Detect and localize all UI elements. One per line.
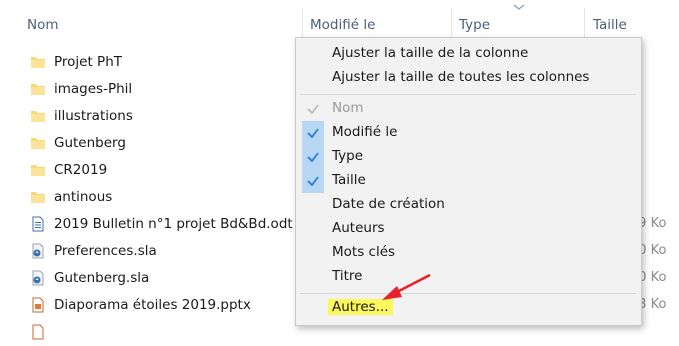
menu-item-resize-all-columns[interactable]: Ajuster la taille de toutes les colonnes (296, 66, 641, 90)
file-name: Preferences.sla (54, 243, 157, 259)
menu-item-label: Modifié le (332, 124, 398, 140)
sort-chevron-icon (513, 4, 525, 10)
file-name: Gutenberg.sla (54, 270, 150, 286)
menu-item-label: Nom (332, 100, 364, 116)
menu-item-column-date-creation[interactable]: Date de création (296, 193, 641, 217)
menu-item-label: Ajuster la taille de la colonne (332, 45, 529, 61)
folder-icon (31, 57, 45, 68)
menu-item-label: Mots clés (332, 244, 396, 260)
menu-item-column-auteurs[interactable]: Auteurs (296, 217, 641, 241)
file-name: CR2019 (54, 162, 108, 178)
checkmark-icon (302, 97, 324, 121)
menu-item-column-titre[interactable]: Titre (296, 265, 641, 289)
column-divider[interactable] (302, 8, 303, 38)
menu-item-column-type[interactable]: Type (296, 145, 641, 169)
menu-item-label: Autres... (328, 299, 393, 315)
menu-item-label: Date de création (332, 196, 445, 212)
column-context-menu: Ajuster la taille de la colonne Ajuster … (295, 37, 642, 326)
file-name: Gutenberg (54, 135, 126, 151)
menu-item-label: Type (332, 148, 364, 164)
menu-item-resize-column[interactable]: Ajuster la taille de la colonne (296, 42, 641, 66)
menu-separator (300, 293, 636, 294)
pptx-file-icon (32, 324, 44, 340)
file-name: antinous (54, 189, 113, 205)
folder-icon (31, 192, 45, 203)
checkmark-icon (302, 169, 324, 193)
column-divider[interactable] (451, 8, 452, 38)
checkmark-icon (302, 121, 324, 145)
folder-icon (31, 84, 45, 95)
sla-file-icon (32, 243, 44, 259)
odt-document-icon (32, 216, 44, 232)
menu-item-label: Taille (332, 172, 366, 188)
file-name: Diaporama étoiles 2019.pptx (54, 297, 251, 313)
folder-icon (31, 165, 45, 176)
file-name: images-Phil (54, 81, 133, 97)
column-header-name[interactable]: Nom (27, 17, 59, 33)
file-name: illustrations (54, 108, 133, 124)
menu-item-column-taille[interactable]: Taille (296, 169, 641, 193)
menu-item-label: Titre (332, 268, 363, 284)
file-name: 2019 Bulletin n°1 projet Bd&Bd.odt (54, 216, 293, 232)
menu-separator (300, 94, 636, 95)
menu-item-more[interactable]: Autres... (296, 296, 641, 320)
checkmark-icon (302, 145, 324, 169)
file-name: Projet PhT (54, 54, 123, 70)
menu-item-label: Auteurs (332, 220, 385, 236)
menu-item-label: Ajuster la taille de toutes les colonnes (332, 69, 590, 85)
sla-file-icon (32, 270, 44, 286)
menu-item-column-modifie-le[interactable]: Modifié le (296, 121, 641, 145)
menu-item-column-mots-cles[interactable]: Mots clés (296, 241, 641, 265)
column-header-modified[interactable]: Modifié le (310, 17, 375, 33)
folder-icon (31, 111, 45, 122)
menu-item-column-nom: Nom (296, 97, 641, 121)
pptx-file-icon (32, 297, 44, 313)
column-divider[interactable] (584, 8, 585, 38)
folder-icon (31, 138, 45, 149)
column-header-size[interactable]: Taille (593, 17, 627, 33)
column-header-type[interactable]: Type (459, 17, 490, 33)
